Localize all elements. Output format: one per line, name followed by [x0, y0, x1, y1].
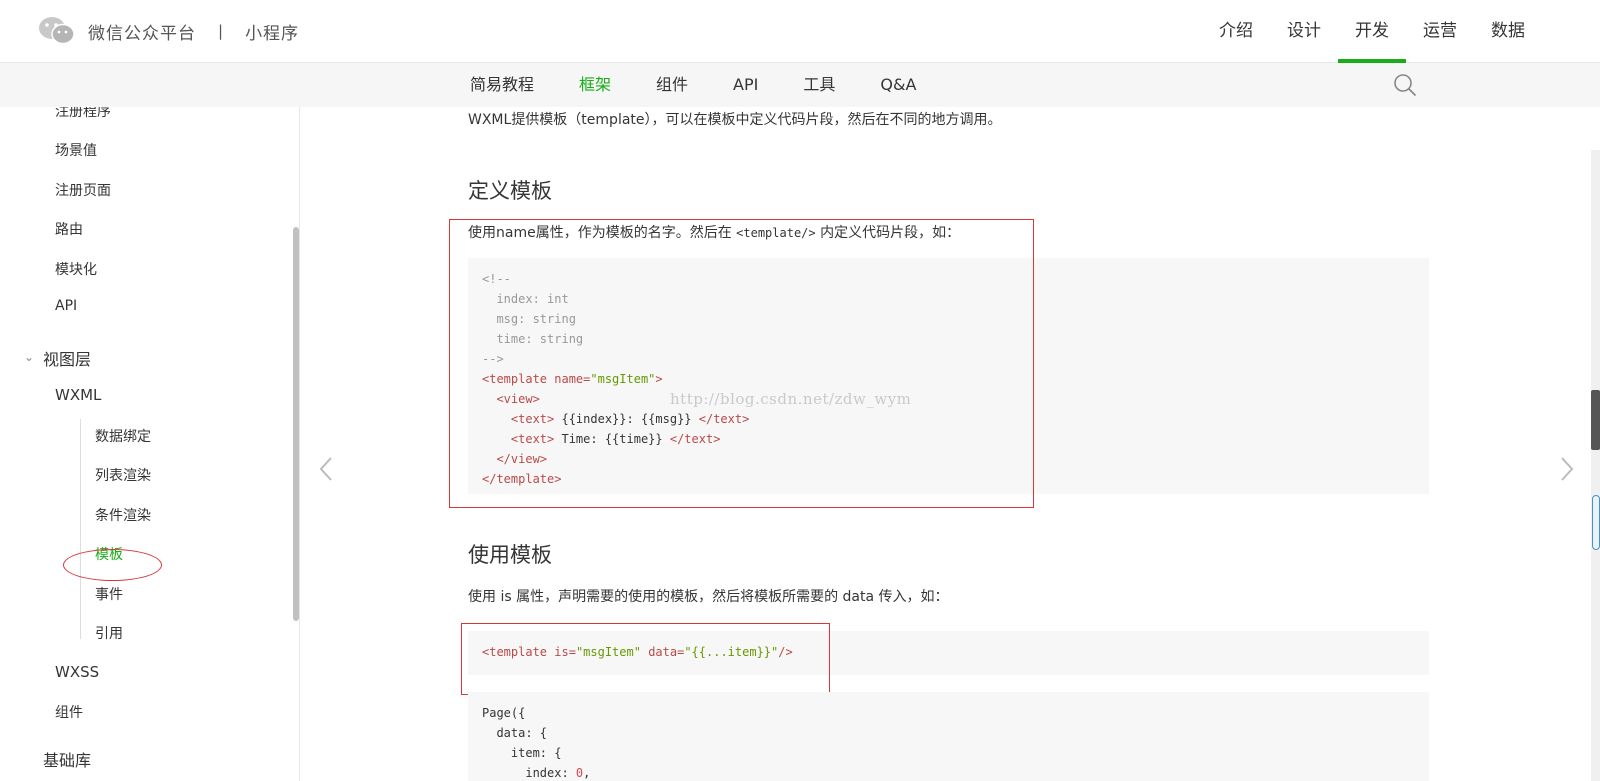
- brand-name: 微信公众平台: [88, 23, 196, 44]
- subnav-api[interactable]: API: [733, 63, 758, 107]
- subnav-tools[interactable]: 工具: [803, 63, 835, 107]
- topnav-design[interactable]: 设计: [1270, 0, 1338, 63]
- sidebar-item-route[interactable]: 路由: [55, 219, 83, 239]
- watermark: http://blog.csdn.net/zdw_wym: [670, 390, 912, 408]
- sidebar-item-component[interactable]: 组件: [55, 702, 83, 722]
- top-nav: 介绍 设计 开发 运营 数据: [1202, 0, 1542, 63]
- topnav-operate[interactable]: 运营: [1406, 0, 1474, 63]
- prev-page-arrow-icon[interactable]: [318, 456, 334, 482]
- sidebar-item-list-render[interactable]: 列表渲染: [95, 465, 151, 485]
- sidebar-item-cond-render[interactable]: 条件渲染: [95, 505, 151, 525]
- section-title-define: 定义模板: [468, 179, 552, 203]
- section-title-use: 使用模板: [468, 543, 552, 567]
- subnav-qa[interactable]: Q&A: [880, 63, 916, 107]
- sidebar-item-reference[interactable]: 引用: [95, 623, 123, 643]
- subnav-framework[interactable]: 框架: [579, 63, 611, 107]
- sidebar-item-module[interactable]: 模块化: [55, 259, 97, 279]
- use-description: 使用 is 属性，声明需要的使用的模板，然后将模板所需要的 data 传入，如：: [468, 589, 949, 605]
- sidebar-item-event[interactable]: 事件: [95, 584, 123, 604]
- sidebar-section-view-layer[interactable]: 视图层: [43, 346, 91, 370]
- logo[interactable]: 微信公众平台 | 小程序: [38, 16, 299, 46]
- sub-nav: 简易教程 框架 组件 API 工具 Q&A: [0, 63, 1600, 107]
- top-header: 微信公众平台 | 小程序 介绍 设计 开发 运营 数据: [0, 0, 1600, 63]
- sidebar-item-register-page[interactable]: 注册页面: [55, 180, 111, 200]
- sidebar-section-base-lib[interactable]: 基础库: [43, 747, 91, 771]
- code-block-page: Page({ data: { item: { index: 0,: [468, 692, 1429, 781]
- sidebar-item-data-binding[interactable]: 数据绑定: [95, 426, 151, 446]
- intro-text: WXML提供模板（template），可以在模板中定义代码片段，然后在不同的地方…: [468, 112, 1002, 128]
- annotation-box-define: [449, 219, 1034, 508]
- annotation-box-use: [461, 623, 830, 695]
- sidebar-item-wxml[interactable]: WXML: [55, 386, 101, 404]
- search-icon[interactable]: [1393, 73, 1417, 97]
- brand-separator: |: [218, 22, 224, 40]
- annotation-ellipse: [63, 549, 162, 581]
- product-name: 小程序: [245, 23, 300, 44]
- sidebar-item-wxss[interactable]: WXSS: [55, 663, 99, 681]
- next-page-arrow-icon[interactable]: [1559, 456, 1575, 482]
- side-widget-icon[interactable]: [1592, 495, 1600, 550]
- topnav-develop[interactable]: 开发: [1338, 0, 1406, 63]
- sidebar-scrollbar[interactable]: [293, 227, 299, 621]
- tree-guide-line: [80, 419, 81, 639]
- sidebar-item-scene[interactable]: 场景值: [55, 140, 97, 160]
- subnav-components[interactable]: 组件: [656, 63, 688, 107]
- topnav-data[interactable]: 数据: [1474, 0, 1542, 63]
- sidebar-item-api[interactable]: API: [55, 298, 77, 314]
- page-scrollbar-thumb[interactable]: [1591, 390, 1600, 450]
- page-scrollbar[interactable]: [1591, 150, 1600, 781]
- wechat-logo-icon: [38, 16, 76, 46]
- chevron-down-icon[interactable]: ⌄: [24, 350, 34, 364]
- sidebar: 注册程序 场景值 注册页面 路由 模块化 API ⌄ 视图层 WXML 数据绑定…: [0, 107, 300, 781]
- main-content: WXML提供模板（template），可以在模板中定义代码片段，然后在不同的地方…: [301, 107, 1600, 781]
- topnav-intro[interactable]: 介绍: [1202, 0, 1270, 63]
- subnav-tutorial[interactable]: 简易教程: [470, 63, 534, 107]
- sidebar-item-register-app[interactable]: 注册程序: [55, 107, 111, 121]
